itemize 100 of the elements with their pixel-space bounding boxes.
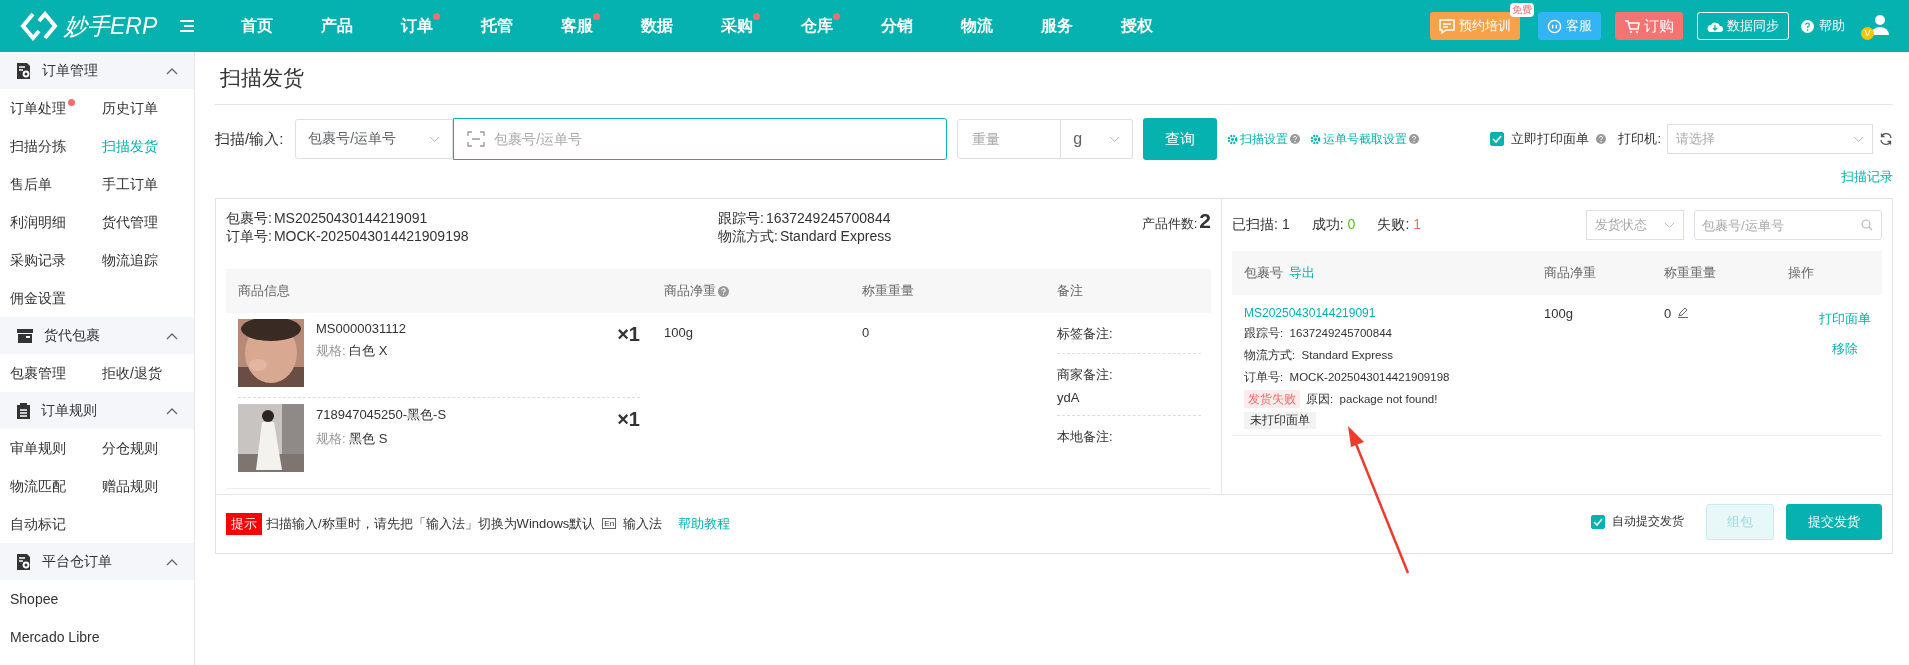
scan-stat-label: 已扫描: [1232, 216, 1278, 234]
help-link[interactable]: 帮助 [1801, 17, 1845, 35]
sidebar-item[interactable]: 采购记录 [10, 241, 75, 279]
column-header: 备注 [1056, 282, 1084, 300]
menu-icon[interactable] [179, 19, 196, 33]
order-button[interactable]: 订购 [1615, 12, 1683, 40]
settings-link[interactable]: 扫描设置 [1227, 130, 1301, 148]
free-badge: 免费 [1510, 3, 1534, 17]
sidebar-item[interactable]: 扫描分拣 [10, 127, 75, 165]
scan-stat-count: 0 [1347, 216, 1356, 234]
nav-menu-item[interactable]: 首页 [217, 0, 298, 52]
column-header: 操作 [1788, 264, 1815, 282]
sidebar-item[interactable]: 手工订单 [102, 165, 167, 203]
tip-text: 扫描输入/称重时，请先把「输入法」切换为Windows默认 [266, 514, 596, 533]
help-icon [1596, 134, 1607, 144]
document-gear-icon [16, 61, 32, 80]
checkbox-label[interactable]: 自动提交发货 [1612, 513, 1684, 530]
nav-menu-item[interactable]: 服务 [1017, 0, 1098, 52]
nav-menu-item[interactable]: 订单 [377, 0, 458, 52]
sidebar-item[interactable]: 利润明细 [10, 203, 75, 241]
settings-link[interactable]: 运单号截取设置 [1310, 130, 1420, 148]
weight-input-field[interactable]: 重量 [957, 119, 1062, 159]
sidebar-item[interactable]: 包裹管理 [10, 354, 75, 392]
package-number-link[interactable]: MS20250430144219091 [1244, 306, 1544, 320]
sidebar-item[interactable]: 审单规则 [10, 429, 75, 467]
gear-icon [1227, 133, 1239, 145]
help-tutorial-link[interactable]: 帮助教程 [678, 514, 731, 533]
nav-menu-item[interactable]: 分销 [857, 0, 938, 52]
logo-icon [20, 11, 58, 41]
export-link[interactable]: 导出 [1289, 264, 1315, 282]
status-select[interactable]: 发货状态 [1586, 210, 1684, 240]
product-count: 2 [1199, 209, 1211, 233]
sidebar-group-header[interactable]: 订单规则 [0, 392, 194, 429]
sidebar-item[interactable]: 拒收/退货 [102, 354, 171, 392]
weighed-weight-cell: 0 [1664, 306, 1672, 321]
sidebar-group-header[interactable]: 平台仓订单 [0, 543, 194, 580]
checkbox[interactable] [1591, 514, 1605, 529]
pencil-icon[interactable] [1677, 306, 1690, 318]
sidebar-group-header[interactable]: 订单管理 [0, 52, 194, 89]
row-action-link[interactable]: 移除 [1832, 340, 1858, 358]
nav-menu-item[interactable]: 授权 [1097, 0, 1178, 52]
sidebar-item[interactable]: 赠品规则 [102, 467, 167, 505]
nav-menu-item[interactable]: 仓库 [777, 0, 858, 52]
nav-menu-item[interactable]: 采购 [697, 0, 778, 52]
clipboard-icon [16, 401, 31, 420]
scan-stat-label: 失败: [1377, 216, 1410, 234]
scan-input-field[interactable]: 包裹号/运单号 [453, 118, 948, 160]
refresh-icon[interactable] [1879, 132, 1893, 146]
sidebar-item[interactable]: 自动标记 [10, 505, 75, 543]
query-button[interactable]: 查询 [1143, 118, 1218, 160]
sidebar-item[interactable]: 扫描发货 [102, 127, 167, 165]
checkmark-icon [1593, 517, 1603, 526]
package-detail-text: 跟踪号: 1637249245700844 [1244, 326, 1393, 341]
checkbox[interactable] [1490, 132, 1505, 146]
quantity-text: ×1 [617, 407, 640, 432]
scan-type-select[interactable]: 包裹号/运单号 [295, 119, 454, 159]
search-field[interactable]: 包裹号/运单号 [1694, 210, 1882, 240]
sidebar-item[interactable]: 物流追踪 [102, 241, 167, 279]
package-info-value: MS20250430144219091 [273, 209, 428, 227]
column-header: 称重重量 [861, 282, 915, 300]
row-action-link[interactable]: 打印面单 [1819, 310, 1871, 328]
package-info-value: MOCK-2025043014421909198 [273, 227, 469, 245]
printer-select[interactable]: 请选择 [1667, 124, 1873, 154]
sidebar-item[interactable]: 货代管理 [102, 203, 167, 241]
checkbox-label[interactable]: 立即打印面单 [1511, 130, 1590, 148]
keyboard-key-icon: En [602, 518, 617, 530]
sidebar-item[interactable]: 历史订单 [102, 89, 167, 127]
note-label: 本地备注: [1057, 428, 1114, 446]
quantity-text: ×1 [617, 322, 640, 347]
logo-text: 妙手ERP [64, 11, 158, 41]
sidebar-item[interactable]: Mercado Libre [10, 618, 109, 656]
sidebar-item[interactable]: 售后单 [10, 165, 61, 203]
nav-menu-item[interactable]: 数据 [617, 0, 698, 52]
scan-label: 扫描/输入: [215, 129, 284, 149]
sidebar-group-title: 订单规则 [41, 401, 98, 420]
nav-menu-item[interactable]: 托管 [457, 0, 538, 52]
sidebar-group-header[interactable]: 货代包裹 [0, 317, 194, 354]
chevron-down-icon [1664, 221, 1675, 229]
submit-shipping-button[interactable]: 提交发货 [1786, 503, 1882, 540]
scan-log-link[interactable]: 扫描记录 [1841, 168, 1893, 186]
note-value: ydA [1057, 389, 1081, 405]
nav-menu-item[interactable]: 客服 [537, 0, 618, 52]
data-sync-button[interactable]: 数据同步 [1697, 12, 1789, 40]
product-sku: 718947045250-黑色-S [316, 406, 448, 424]
nav-menu-item[interactable]: 产品 [297, 0, 378, 52]
unit-select[interactable]: g [1061, 119, 1134, 159]
sidebar-item[interactable]: 分仓规则 [102, 429, 167, 467]
headset-icon [1547, 18, 1562, 34]
sidebar-item[interactable]: Shopee [10, 580, 68, 618]
sidebar-item[interactable]: 物流匹配 [10, 467, 75, 505]
cart-icon [1624, 18, 1640, 34]
vip-badge: V [1861, 27, 1874, 40]
package-info-label: 跟踪号: [718, 209, 764, 227]
help-icon [718, 285, 729, 297]
sidebar-item[interactable]: 订单处理 [10, 89, 75, 127]
nav-menu-item[interactable]: 物流 [937, 0, 1018, 52]
package-info-label: 物流方式: [718, 227, 778, 245]
customer-service-button[interactable]: 客服 [1538, 12, 1601, 40]
column-header: 称重重量 [1664, 264, 1717, 282]
sidebar-item[interactable]: 佣金设置 [10, 279, 75, 317]
